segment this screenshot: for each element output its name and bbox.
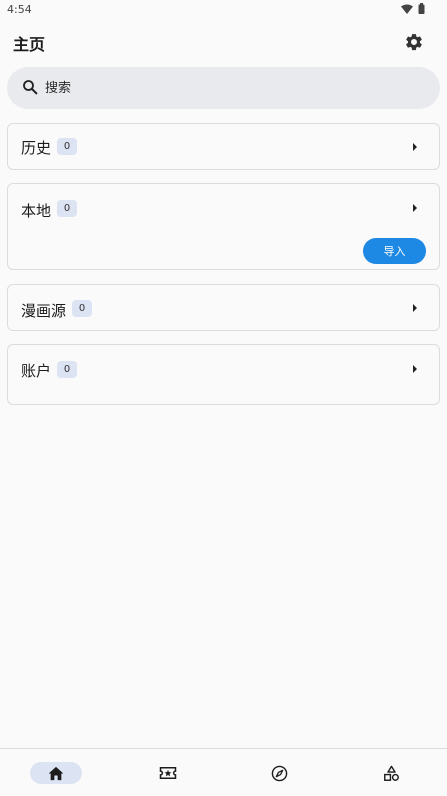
app-bar: 主页 <box>0 22 447 62</box>
import-button[interactable]: 导入 <box>363 238 426 264</box>
nav-favorites[interactable] <box>148 762 188 784</box>
compass-icon <box>271 765 287 781</box>
nav-home[interactable] <box>30 762 82 784</box>
account-card-title: 账户 <box>21 362 52 380</box>
page-title: 主页 <box>13 35 46 54</box>
nav-explore[interactable] <box>259 762 299 784</box>
wifi-icon <box>401 4 413 14</box>
battery-icon <box>418 3 425 14</box>
nav-categories[interactable] <box>371 762 411 784</box>
ticket-star-icon <box>159 767 177 779</box>
settings-button[interactable] <box>401 29 427 55</box>
account-count-badge: 0 <box>57 361 77 378</box>
comic-source-count-badge: 0 <box>72 300 92 317</box>
local-count-badge: 0 <box>57 200 77 217</box>
local-card-title: 本地 <box>21 202 52 220</box>
history-card[interactable]: 历史 0 <box>7 123 440 170</box>
home-icon <box>48 766 64 780</box>
shapes-icon <box>383 765 399 781</box>
history-card-title: 历史 <box>21 139 52 157</box>
comic-source-card-title: 漫画源 <box>21 302 67 320</box>
status-bar: 4:54 <box>0 0 447 20</box>
comic-source-card[interactable]: 漫画源 0 <box>7 284 440 331</box>
status-time: 4:54 <box>7 3 32 16</box>
chevron-right-icon <box>413 143 417 151</box>
chevron-right-icon <box>413 304 417 312</box>
history-count-badge: 0 <box>57 138 77 155</box>
search-bar[interactable] <box>7 67 440 109</box>
gear-icon <box>406 34 422 51</box>
search-icon <box>23 80 38 95</box>
bottom-nav <box>0 748 447 796</box>
local-card[interactable]: 本地 0 导入 <box>7 183 440 270</box>
account-card[interactable]: 账户 0 <box>7 344 440 405</box>
chevron-right-icon <box>413 365 417 373</box>
chevron-right-icon <box>413 204 417 212</box>
search-input[interactable] <box>45 67 425 109</box>
